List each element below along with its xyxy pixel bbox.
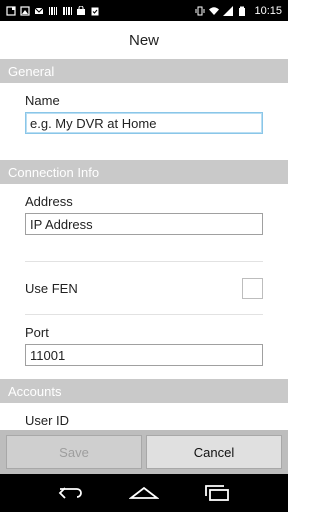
barcode-icon <box>49 6 57 15</box>
port-label: Port <box>25 325 49 340</box>
signal-icon <box>223 5 234 16</box>
name-label: Name <box>25 93 60 108</box>
status-bar: 10:15 <box>0 0 288 21</box>
status-bar-notifications <box>6 5 100 16</box>
form-content[interactable]: General Name Connection Info Address Use… <box>0 59 288 430</box>
field-address: Address <box>0 184 288 261</box>
user-id-label: User ID <box>25 413 70 428</box>
home-icon <box>128 486 159 499</box>
status-time: 10:15 <box>254 4 282 17</box>
section-header-general: General <box>0 59 288 83</box>
image-icon <box>20 5 30 16</box>
recent-apps-button[interactable] <box>200 480 234 506</box>
home-button[interactable] <box>127 480 161 506</box>
wifi-icon <box>209 6 220 15</box>
section-header-accounts: Accounts <box>0 379 288 403</box>
action-bar: New <box>0 21 288 59</box>
field-port: Port <box>0 315 288 379</box>
email-icon <box>34 7 44 14</box>
field-user-id: User ID <box>0 403 288 430</box>
back-button[interactable] <box>54 480 88 506</box>
recent-apps-icon <box>205 485 230 501</box>
vibrate-icon <box>195 6 205 15</box>
battery-icon <box>239 6 246 16</box>
address-label: Address <box>25 194 73 209</box>
use-fen-checkbox[interactable] <box>242 277 263 299</box>
navigation-bar <box>0 474 288 512</box>
bag-icon <box>77 5 85 15</box>
clipboard-check-icon <box>91 7 99 15</box>
address-input[interactable] <box>25 213 263 235</box>
save-button[interactable]: Save <box>6 435 142 469</box>
status-bar-system: 10:15 <box>195 5 282 17</box>
barcode-icon <box>63 6 72 15</box>
page-title: New <box>128 31 159 49</box>
use-fen-row[interactable]: Use FEN <box>0 262 288 314</box>
use-fen-label: Use FEN <box>25 280 78 296</box>
cancel-button[interactable]: Cancel <box>146 435 282 469</box>
section-header-connection: Connection Info <box>0 160 288 184</box>
notification-square-icon <box>6 5 16 16</box>
field-name: Name <box>0 83 288 160</box>
button-bar: Save Cancel <box>0 430 288 474</box>
port-input[interactable] <box>25 344 263 366</box>
name-input[interactable] <box>25 112 263 134</box>
back-icon <box>58 487 82 499</box>
